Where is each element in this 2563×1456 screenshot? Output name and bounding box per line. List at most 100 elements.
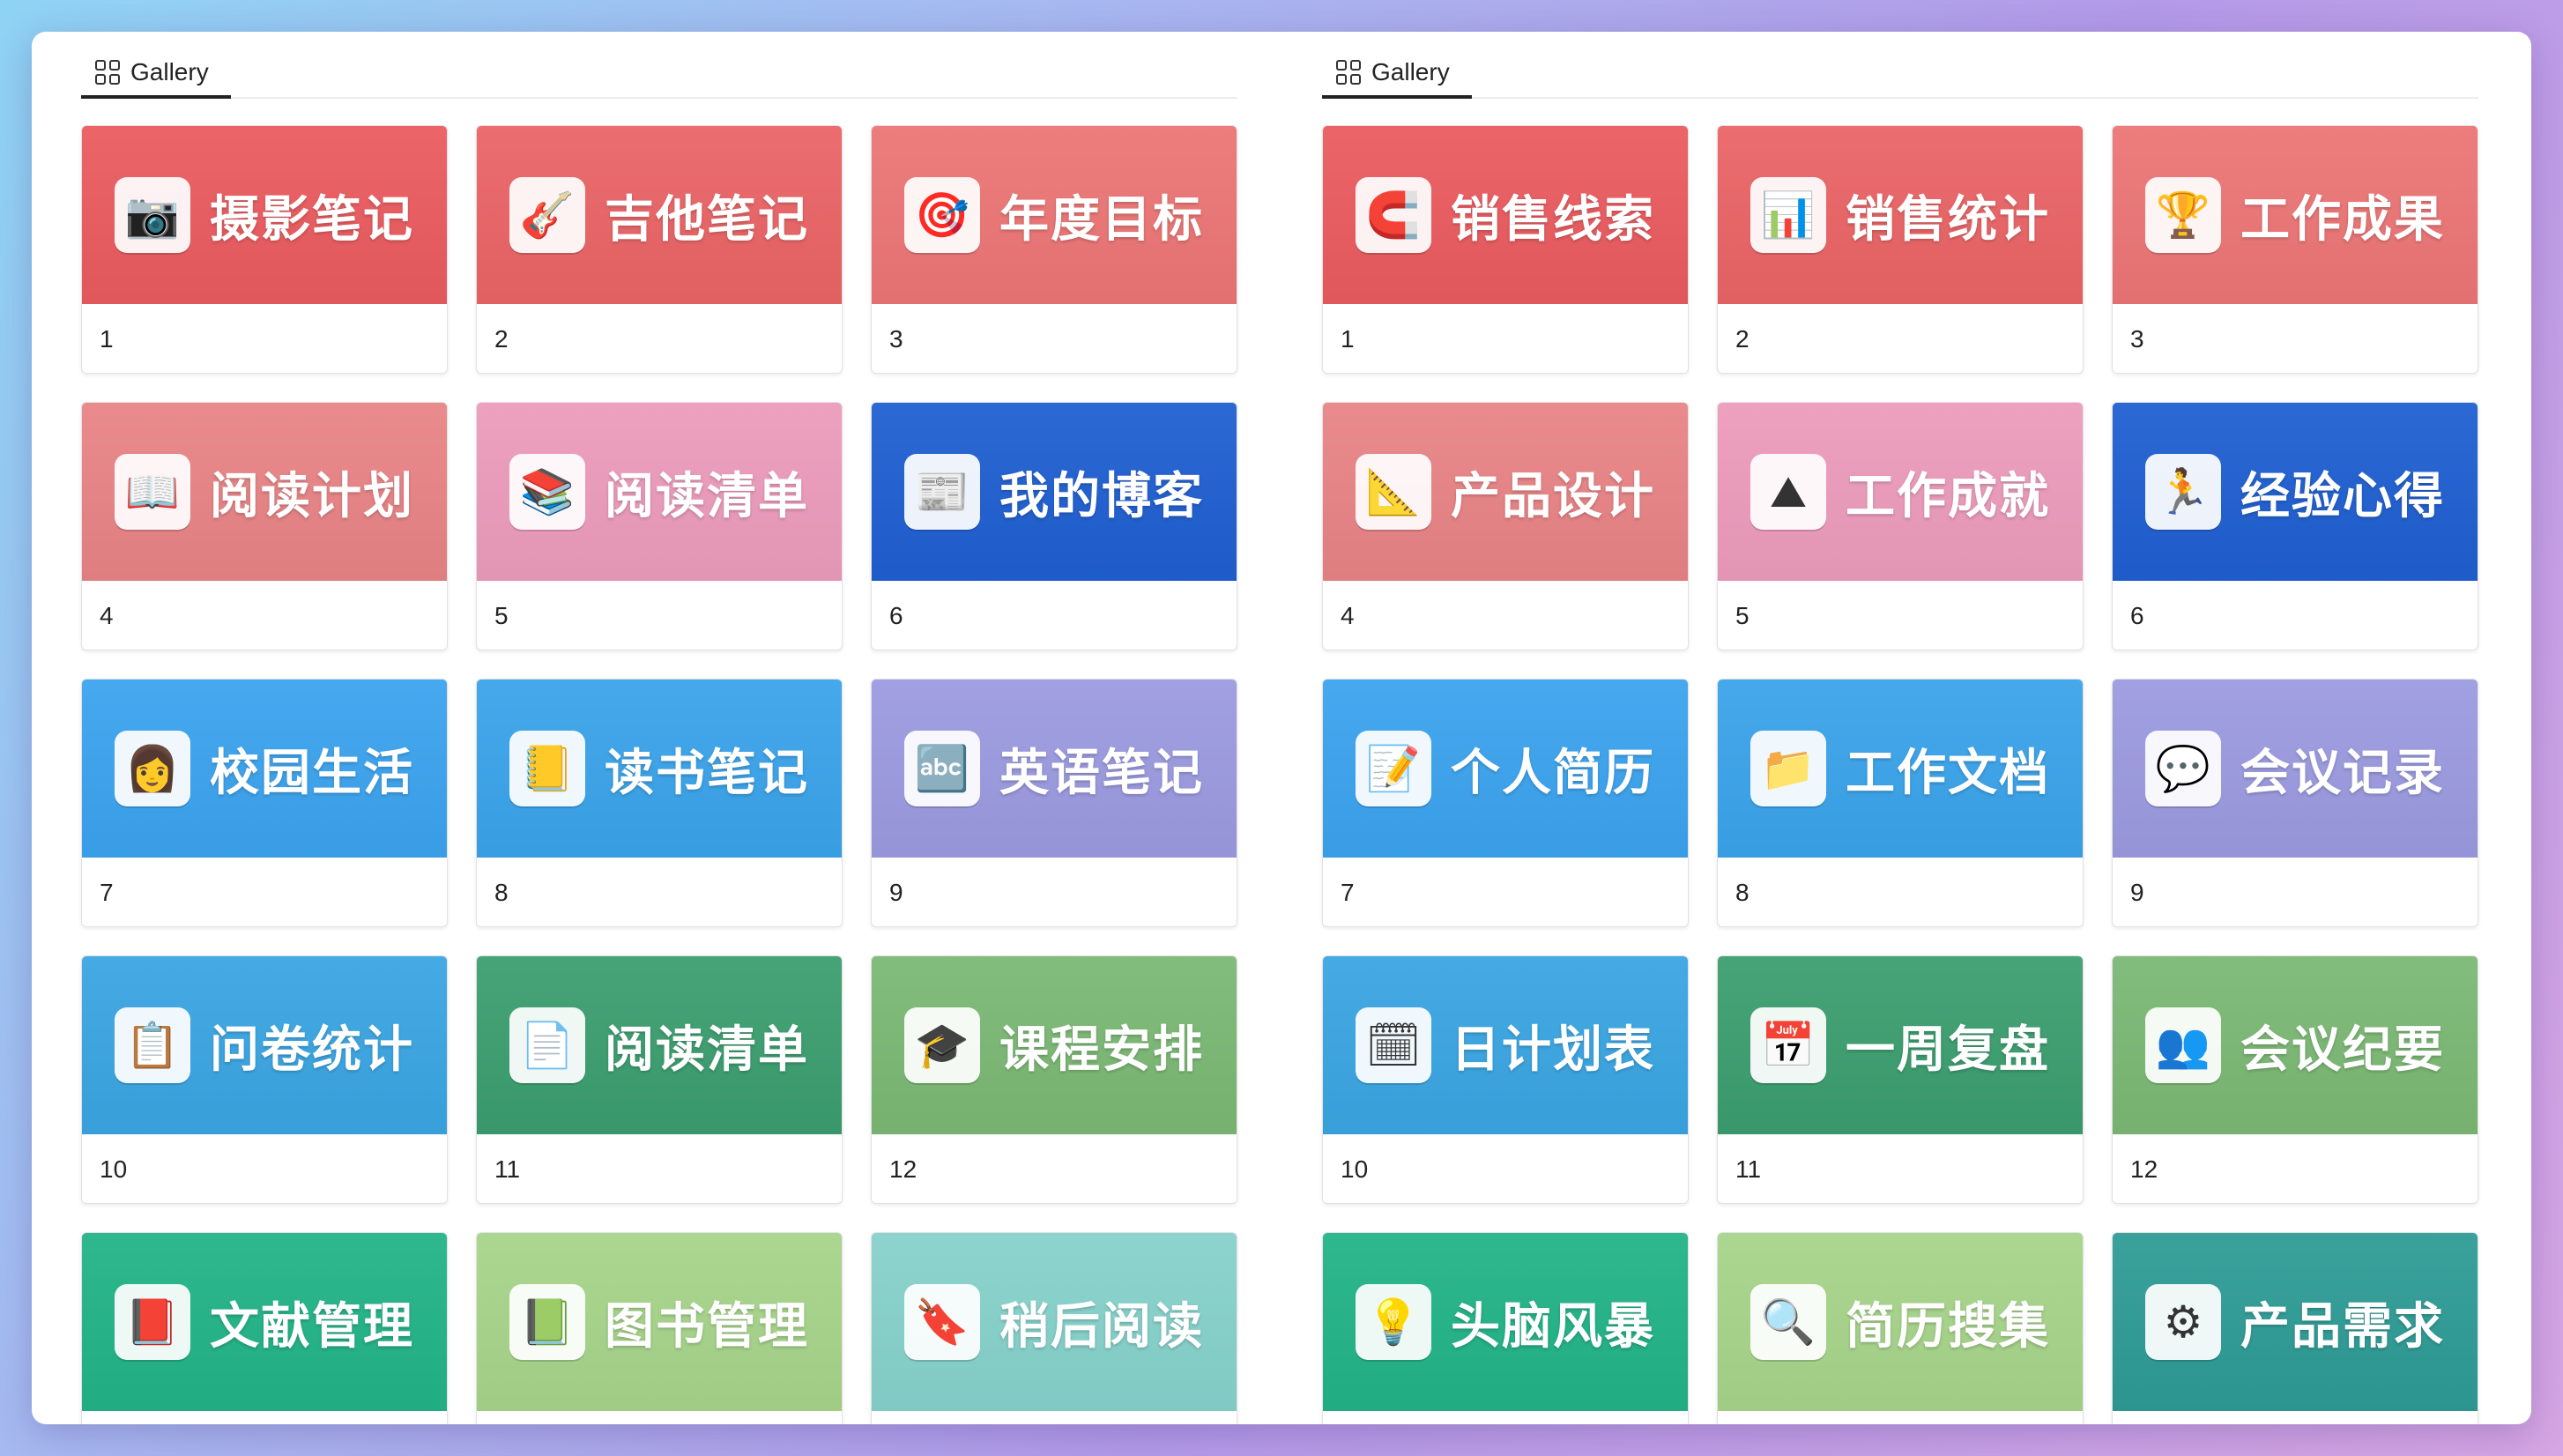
target-icon: 🎯	[904, 177, 980, 253]
card-caption	[1323, 1411, 1688, 1424]
blog-icon: 📰	[904, 454, 980, 530]
card-cover[interactable]: 🎓 课程安排	[872, 956, 1237, 1134]
survey-icon: 📋	[115, 1007, 190, 1083]
card-cover-title: 产品设计	[1451, 467, 1655, 525]
gallery-card[interactable]: 📐 产品设计 4	[1322, 402, 1689, 650]
card-cover-title: 阅读清单	[605, 467, 809, 525]
card-cover[interactable]: 📝 个人简历	[1323, 680, 1688, 858]
card-cover[interactable]: 🧲 销售线索	[1323, 126, 1688, 304]
card-caption	[82, 1411, 447, 1424]
gallery-card[interactable]: 📖 阅读计划 4	[81, 402, 448, 650]
gallery-card[interactable]: 📁 工作文档 8	[1717, 679, 2084, 927]
gallery-card[interactable]: 🔖 稍后阅读	[871, 1232, 1237, 1424]
gallery-card[interactable]: 🏃 经验心得 6	[2112, 402, 2478, 650]
card-cover-title: 摄影笔记	[210, 190, 414, 249]
sales-chart-icon: 📊	[1750, 177, 1826, 253]
trophy-team-icon: 🏆	[2145, 177, 2221, 253]
card-caption	[477, 1411, 842, 1424]
gallery-card[interactable]: 🎯 年度目标 3	[871, 125, 1237, 374]
gallery-card[interactable]: 🏆 工作成果 3	[2112, 125, 2478, 374]
card-caption: 5	[494, 602, 509, 629]
resume-search-icon: 🔍	[1750, 1284, 1826, 1360]
card-cover[interactable]: 🔖 稍后阅读	[872, 1233, 1237, 1411]
gallery-card[interactable]: 📰 我的博客 6	[871, 402, 1237, 650]
card-cover[interactable]: 🔍 简历搜集	[1718, 1233, 2083, 1411]
card-cover[interactable]: 🏆 工作成果	[2113, 126, 2478, 304]
card-cover-title: 我的博客	[999, 467, 1204, 525]
gallery-card[interactable]: 📗 图书管理	[476, 1232, 843, 1424]
card-cover[interactable]: 📒 读书笔记	[477, 680, 842, 858]
card-cover[interactable]: 💡 头脑风暴	[1323, 1233, 1688, 1411]
gallery-card[interactable]: 👥 会议纪要 12	[2112, 955, 2478, 1204]
gallery-card[interactable]: 🔤 英语笔记 9	[871, 679, 1237, 927]
card-cover[interactable]: 📁 工作文档	[1718, 680, 2083, 858]
open-book-icon: 📖	[115, 454, 190, 530]
gallery-card[interactable]: 🧲 销售线索 1	[1322, 125, 1689, 374]
tab-gallery[interactable]: Gallery	[81, 49, 231, 99]
card-caption	[872, 1411, 1237, 1424]
gallery-card[interactable]: 💬 会议记录 9	[2112, 679, 2478, 927]
reading-hand-icon: 📚	[509, 454, 585, 530]
card-cover[interactable]: 🔤 英语笔记	[872, 680, 1237, 858]
student-icon: 👩	[115, 731, 190, 806]
card-cover-title: 简历搜集	[1846, 1297, 2050, 1356]
card-caption: 1	[1341, 325, 1355, 353]
gallery-card[interactable]: 📄 阅读清单 11	[476, 955, 843, 1204]
gallery-card[interactable]: 🗓 日计划表 10	[1322, 955, 1689, 1204]
card-cover-title: 吉他笔记	[605, 190, 809, 249]
card-cover[interactable]: 🎸 吉他笔记	[477, 126, 842, 304]
card-caption: 11	[1735, 1155, 1762, 1183]
card-cover[interactable]: 📋 问卷统计	[82, 956, 447, 1134]
gallery-panel-left: Gallery 📷 摄影笔记 1 🎸 吉他笔记 2 🎯 年度目标 3 📖 阅读计划 4 📚 阅读清单 5 📰 我…	[81, 32, 1237, 1424]
card-cover-title: 工作成就	[1846, 467, 2050, 525]
gallery-card[interactable]: 💡 头脑风暴	[1322, 1232, 1689, 1424]
gallery-card[interactable]: 👩 校园生活 7	[81, 679, 448, 927]
gallery-card[interactable]: 📚 阅读清单 5	[476, 402, 843, 650]
card-cover[interactable]: 📄 阅读清单	[477, 956, 842, 1134]
gallery-card[interactable]: ⚙ 产品需求	[2112, 1232, 2478, 1424]
card-cover[interactable]: 🎯 年度目标	[872, 126, 1237, 304]
app-window: Gallery 📷 摄影笔记 1 🎸 吉他笔记 2 🎯 年度目标 3 📖 阅读计划 4 📚 阅读清单 5 📰 我…	[32, 32, 2531, 1424]
card-cover[interactable]: 📖 阅读计划	[82, 403, 447, 581]
gallery-card[interactable]: 🎸 吉他笔记 2	[476, 125, 843, 374]
card-cover[interactable]: 👩 校园生活	[82, 680, 447, 858]
card-cover[interactable]: 📰 我的博客	[872, 403, 1237, 581]
tab-label: Gallery	[1371, 58, 1450, 85]
gallery-card[interactable]: 📅 一周复盘 11	[1717, 955, 2084, 1204]
gallery-card[interactable]: 📊 销售统计 2	[1717, 125, 2084, 374]
card-cover[interactable]: 💬 会议记录	[2113, 680, 2478, 858]
gallery-card[interactable]: 📒 读书笔记 8	[476, 679, 843, 927]
stairs-runner-icon: 🏃	[2145, 454, 2221, 530]
card-cover[interactable]: 👥 会议纪要	[2113, 956, 2478, 1134]
card-cover[interactable]: 📐 产品设计	[1323, 403, 1688, 581]
card-caption: 10	[1341, 1155, 1369, 1183]
card-caption: 7	[100, 879, 114, 906]
card-cover[interactable]: 📚 阅读清单	[477, 403, 842, 581]
card-cover[interactable]: 📊 销售统计	[1718, 126, 2083, 304]
gallery-card[interactable]: 🔍 简历搜集	[1717, 1232, 2084, 1424]
gallery-panel-right: Gallery 🧲 销售线索 1 📊 销售统计 2 🏆 工作成果 3 📐 产品设计 4 ⛰ 工作成就 5 🏃 经…	[1322, 32, 2478, 1424]
card-cover[interactable]: 🏃 经验心得	[2113, 403, 2478, 581]
card-cover-title: 读书笔记	[605, 744, 809, 802]
card-cover[interactable]: 📷 摄影笔记	[82, 126, 447, 304]
card-cover-title: 工作文档	[1846, 744, 2050, 802]
card-cover-title: 阅读清单	[605, 1021, 809, 1079]
document-icon: 📄	[509, 1007, 585, 1083]
card-cover[interactable]: ⚙ 产品需求	[2113, 1233, 2478, 1411]
gallery-card[interactable]: 🎓 课程安排 12	[871, 955, 1237, 1204]
gallery-card[interactable]: 📕 文献管理	[81, 1232, 448, 1424]
gallery-grid-icon	[95, 60, 120, 85]
card-cover-title: 英语笔记	[999, 744, 1204, 802]
card-cover[interactable]: 📕 文献管理	[82, 1233, 447, 1411]
card-cover[interactable]: 🗓 日计划表	[1323, 956, 1688, 1134]
tab-gallery[interactable]: Gallery	[1322, 49, 1472, 99]
gallery-card[interactable]: ⛰ 工作成就 5	[1717, 402, 2084, 650]
card-cover[interactable]: 📅 一周复盘	[1718, 956, 2083, 1134]
gallery-card[interactable]: 📝 个人简历 7	[1322, 679, 1689, 927]
card-cover-title: 日计划表	[1451, 1021, 1655, 1079]
gallery-card[interactable]: 📷 摄影笔记 1	[81, 125, 448, 374]
card-cover[interactable]: ⛰ 工作成就	[1718, 403, 2083, 581]
gallery-card[interactable]: 📋 问卷统计 10	[81, 955, 448, 1204]
card-cover-title: 会议纪要	[2240, 1021, 2445, 1079]
card-cover[interactable]: 📗 图书管理	[477, 1233, 842, 1411]
